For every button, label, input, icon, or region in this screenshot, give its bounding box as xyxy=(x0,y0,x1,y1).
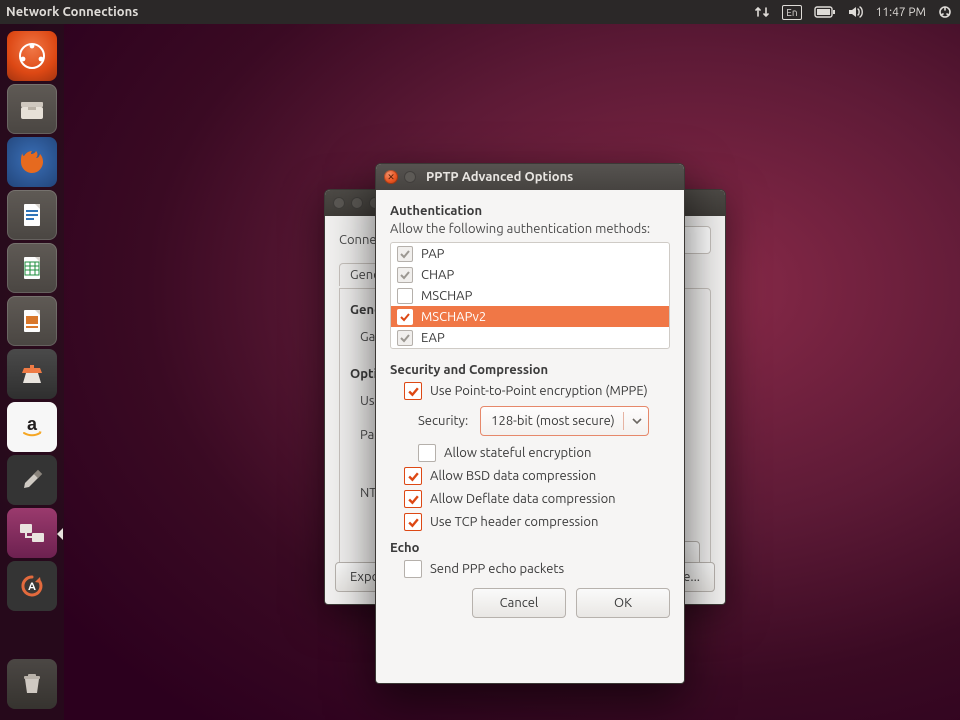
launcher-dash[interactable] xyxy=(7,31,57,81)
launcher-network-connections[interactable] xyxy=(7,508,57,558)
auth-method-label: CHAP xyxy=(421,268,454,282)
launcher-settings[interactable] xyxy=(7,455,57,505)
auth-header: Authentication xyxy=(390,204,670,218)
auth-method-label: MSCHAP xyxy=(421,289,472,303)
echo-header: Echo xyxy=(390,541,670,555)
mppe-option[interactable]: Use Point-to-Point encryption (MPPE) xyxy=(404,382,670,400)
checkbox-icon[interactable] xyxy=(404,467,422,485)
network-indicator-icon[interactable] xyxy=(754,5,770,19)
launcher-trash[interactable] xyxy=(7,659,57,709)
clock[interactable]: 11:47 PM xyxy=(876,6,926,19)
checkbox-icon[interactable] xyxy=(397,267,413,283)
launcher-files[interactable] xyxy=(7,84,57,134)
chevron-down-icon xyxy=(632,416,642,426)
checkbox-icon[interactable] xyxy=(397,309,413,325)
checkbox-icon[interactable] xyxy=(404,513,422,531)
security-level-value: 128-bit (most secure) xyxy=(491,414,615,428)
auth-method-mschapv2[interactable]: MSCHAPv2 xyxy=(391,306,669,327)
ok-button-label: OK xyxy=(614,596,632,610)
dialog-titlebar[interactable]: ✕ PPTP Advanced Options xyxy=(376,164,684,190)
minimize-icon[interactable] xyxy=(404,171,416,183)
auth-method-chap[interactable]: CHAP xyxy=(391,264,669,285)
auth-method-label: MSCHAPv2 xyxy=(421,310,486,324)
sound-indicator-icon[interactable] xyxy=(848,5,864,19)
launcher-writer[interactable] xyxy=(7,190,57,240)
close-icon[interactable]: ✕ xyxy=(384,170,398,184)
auth-instruction: Allow the following authentication metho… xyxy=(390,222,670,236)
checkbox-icon[interactable] xyxy=(404,490,422,508)
svg-text:A: A xyxy=(28,581,36,593)
checkbox-icon[interactable] xyxy=(397,288,413,304)
keyboard-lang-label: En xyxy=(782,5,801,20)
launcher: a A xyxy=(0,24,64,720)
checkbox-icon[interactable] xyxy=(397,330,413,346)
launcher-amazon[interactable]: a xyxy=(7,402,57,452)
launcher-calc[interactable] xyxy=(7,243,57,293)
auth-method-eap[interactable]: EAP xyxy=(391,327,669,348)
stateful-option[interactable]: Allow stateful encryption xyxy=(418,444,670,462)
deflate-option[interactable]: Allow Deflate data compression xyxy=(404,490,670,508)
launcher-software-center[interactable] xyxy=(7,349,57,399)
auth-method-label: PAP xyxy=(421,247,444,261)
checkbox-icon[interactable] xyxy=(404,382,422,400)
auth-method-pap[interactable]: PAP xyxy=(391,243,669,264)
launcher-impress[interactable] xyxy=(7,296,57,346)
security-level-label: Security: xyxy=(418,414,468,428)
keyboard-indicator[interactable]: En xyxy=(782,5,801,20)
cancel-button[interactable]: Cancel xyxy=(472,588,566,618)
minimize-icon[interactable] xyxy=(351,197,363,209)
mppe-label: Use Point-to-Point encryption (MPPE) xyxy=(430,384,648,398)
auth-method-list: PAP CHAP MSCHAP MSCHAPv2 EAP xyxy=(390,242,670,349)
dialog-title: PPTP Advanced Options xyxy=(426,170,573,184)
tcphdr-label: Use TCP header compression xyxy=(430,515,598,529)
top-panel: Network Connections En 11:47 PM xyxy=(0,0,960,24)
bsd-label: Allow BSD data compression xyxy=(430,469,596,483)
echo-option[interactable]: Send PPP echo packets xyxy=(404,560,670,578)
auth-method-mschap[interactable]: MSCHAP xyxy=(391,285,669,306)
pptp-advanced-dialog: ✕ PPTP Advanced Options Authentication A… xyxy=(375,163,685,684)
security-header: Security and Compression xyxy=(390,363,670,377)
launcher-firefox[interactable] xyxy=(7,137,57,187)
launcher-updater[interactable]: A xyxy=(7,561,57,611)
deflate-label: Allow Deflate data compression xyxy=(430,492,616,506)
checkbox-icon[interactable] xyxy=(418,444,436,462)
close-icon[interactable] xyxy=(333,197,345,209)
checkbox-icon[interactable] xyxy=(404,560,422,578)
desktop: Network Connections En 11:47 PM xyxy=(0,0,960,720)
battery-indicator-icon[interactable] xyxy=(814,6,836,18)
cancel-button-label: Cancel xyxy=(500,596,539,610)
active-window-title: Network Connections xyxy=(6,5,138,19)
svg-text:a: a xyxy=(27,414,38,434)
security-level-combo[interactable]: 128-bit (most secure) xyxy=(480,406,649,436)
session-indicator-icon[interactable] xyxy=(938,5,952,19)
stateful-label: Allow stateful encryption xyxy=(444,446,591,460)
echo-label: Send PPP echo packets xyxy=(430,562,564,576)
checkbox-icon[interactable] xyxy=(397,246,413,262)
auth-method-label: EAP xyxy=(421,331,445,345)
ok-button[interactable]: OK xyxy=(576,588,670,618)
tcphdr-option[interactable]: Use TCP header compression xyxy=(404,513,670,531)
bsd-option[interactable]: Allow BSD data compression xyxy=(404,467,670,485)
